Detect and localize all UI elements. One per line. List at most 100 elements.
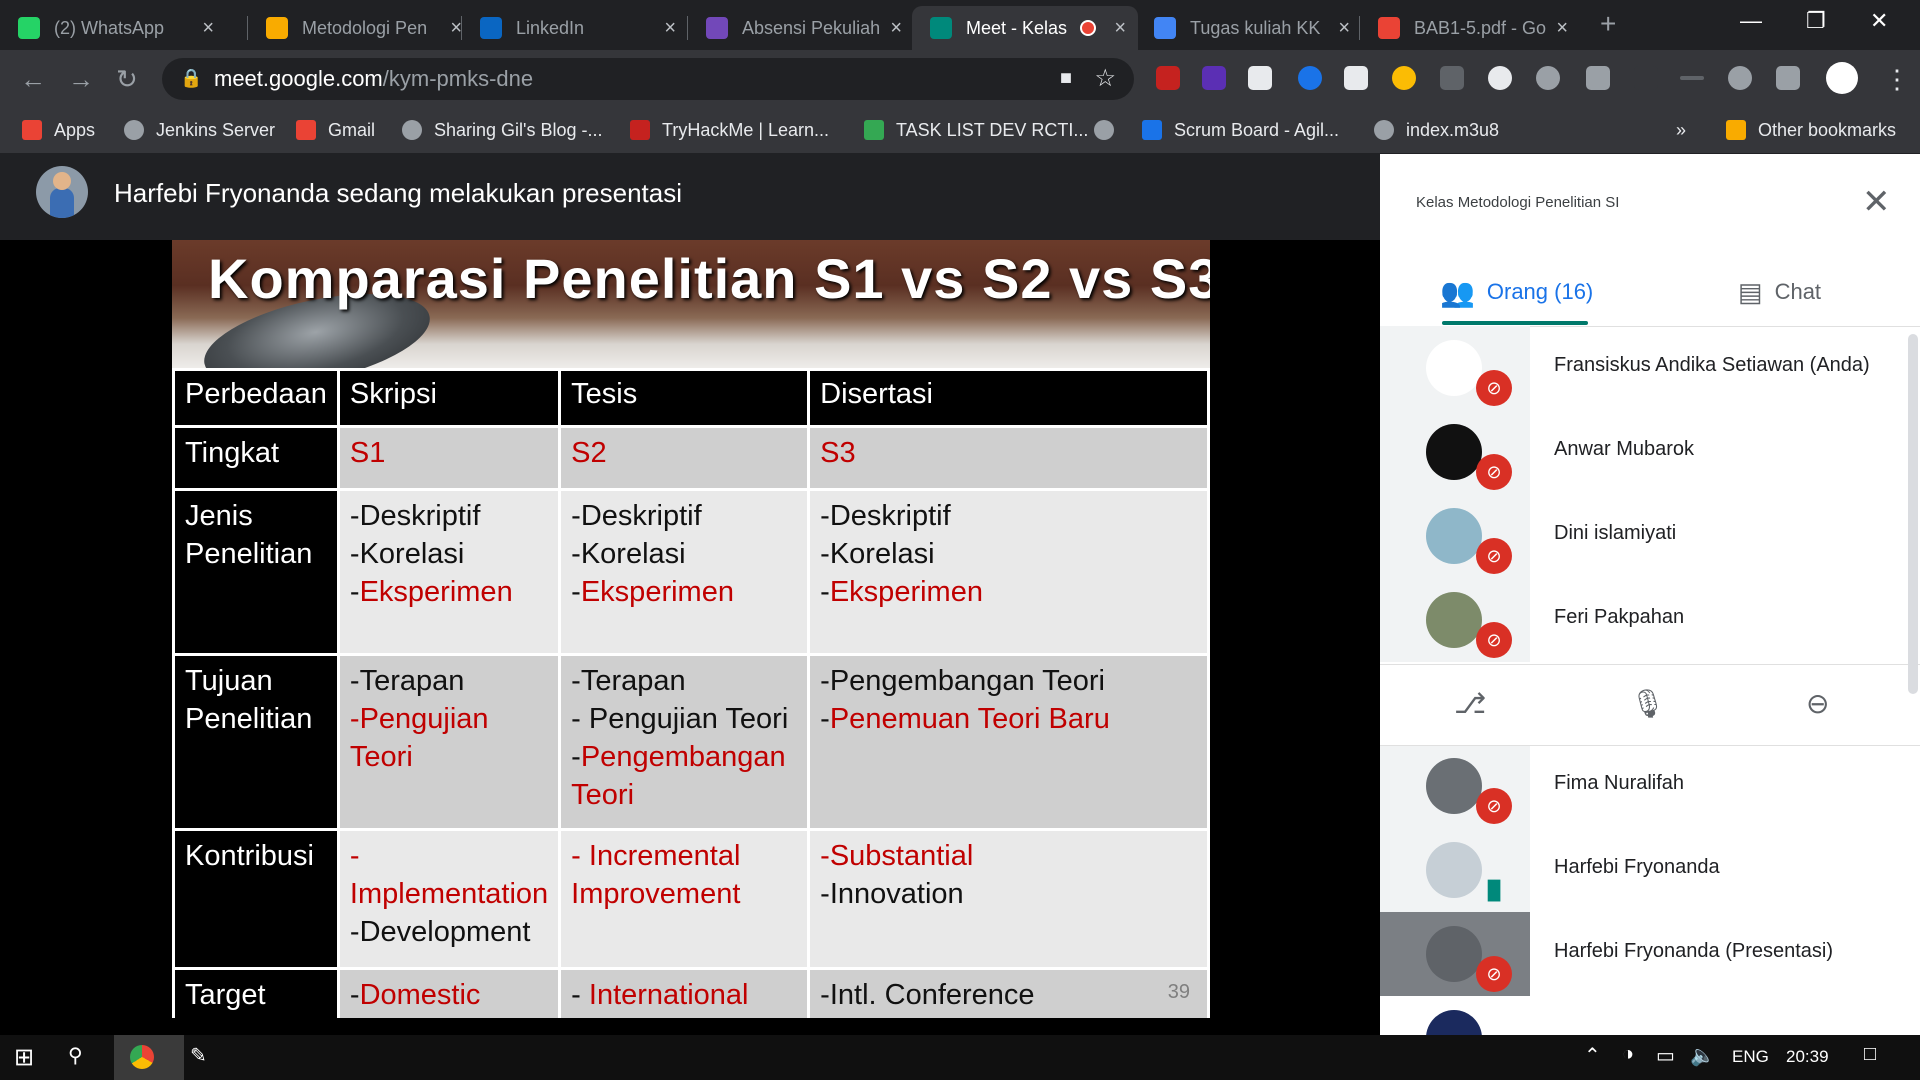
browser-tab[interactable]: Absensi Pekuliah × (688, 6, 914, 50)
cell-line: -Korelasi (350, 535, 548, 573)
bookmark-item[interactable]: TASK LIST DEV RCTI... (864, 115, 1088, 145)
close-window-button[interactable]: ✕ (1870, 8, 1888, 34)
menu-kebab-icon[interactable]: ⋮ (1884, 64, 1910, 95)
table-cell: S3 (807, 425, 1210, 491)
camera-ext-icon[interactable] (1586, 66, 1610, 90)
windows-start-icon[interactable]: ⊞ (14, 1043, 34, 1072)
participant-row[interactable]: ⊘ Fransiskus Andika Setiawan (Anda) (1380, 326, 1920, 410)
notifications-icon[interactable]: □ (1864, 1043, 1876, 1066)
extension-icon-10[interactable] (1680, 76, 1704, 80)
bookmark-item[interactable]: TryHackMe | Learn... (630, 115, 829, 145)
extension-icon-3[interactable] (1248, 66, 1272, 90)
clock[interactable]: 20:39 (1786, 1047, 1829, 1067)
close-panel-button[interactable]: ✕ (1862, 182, 1891, 222)
close-tab-icon[interactable]: × (1338, 17, 1350, 40)
mic-off-icon: ⊘ (1476, 538, 1512, 574)
restore-button[interactable]: ❐ (1806, 8, 1826, 34)
close-tab-icon[interactable]: × (1556, 17, 1568, 40)
profile-avatar[interactable] (1826, 62, 1858, 94)
bookmark-item[interactable]: index.m3u8 (1374, 115, 1499, 145)
participant-row[interactable]: ⊘ Harfebi Fryonanda (Presentasi) (1380, 912, 1920, 996)
react-icon[interactable] (1536, 66, 1560, 90)
participants-scrollbar[interactable] (1908, 334, 1918, 694)
pin-icon[interactable]: ⎇ (1454, 687, 1486, 720)
battery-icon[interactable]: ▭ (1656, 1043, 1675, 1068)
bookmark-item[interactable]: Apps (22, 115, 95, 145)
browser-tab[interactable]: Tugas kuliah KK × (1136, 6, 1362, 50)
other-bookmarks[interactable]: Other bookmarks (1726, 115, 1896, 145)
table-cell: - International Conference (558, 967, 811, 1018)
tab-chat[interactable]: ▤ Chat (1738, 272, 1821, 312)
close-tab-icon[interactable]: × (202, 17, 214, 40)
wifi-icon[interactable]: ◑ (1622, 1043, 1634, 1066)
mic-off-icon: ⊘ (1476, 370, 1512, 406)
tab-people[interactable]: 👥 Orang (16) (1440, 272, 1593, 312)
minimize-button[interactable]: — (1740, 8, 1762, 34)
participant-row[interactable]: ▐▌ Harfebi Fryonanda (1380, 828, 1920, 912)
cell-text: -Pengujian Teori (349, 703, 489, 773)
bookmark-item[interactable]: Gmail (296, 115, 375, 145)
volume-icon[interactable]: 🔈 (1690, 1043, 1715, 1068)
browser-tab[interactable]: BAB1-5.pdf - Go × (1360, 6, 1580, 50)
remove-participant-icon[interactable]: ⊖ (1806, 687, 1829, 720)
close-tab-icon[interactable]: × (1114, 17, 1126, 40)
cell-text: - (349, 576, 360, 608)
table-cell: -Substantial -Innovation (807, 828, 1210, 970)
participant-avatar (1426, 758, 1482, 814)
tray-chevron-icon[interactable]: ⌃ (1584, 1043, 1601, 1068)
browser-tab[interactable]: (2) WhatsApp × (0, 6, 226, 50)
bookmarks-overflow-button[interactable]: » (1676, 115, 1686, 145)
extension-icon-9[interactable] (1634, 66, 1658, 90)
back-icon[interactable]: ← (20, 64, 46, 95)
extension-icon-11[interactable] (1728, 66, 1752, 90)
extension-icon-5[interactable] (1344, 66, 1368, 90)
bookmark-item[interactable]: Jenkins Server (124, 115, 275, 145)
reload-icon[interactable]: ↻ (116, 64, 138, 95)
bookmark-item[interactable]: Scrum Board - Agil... (1142, 115, 1339, 145)
cell-text: -Innovation (820, 878, 964, 910)
app-icon[interactable]: ✎ (190, 1043, 207, 1068)
browser-tab[interactable]: LinkedIn × (462, 6, 688, 50)
mute-participant-icon[interactable]: 🎙 (1630, 687, 1666, 720)
pdf-icon (1378, 17, 1400, 39)
extension-icon-7[interactable] (1440, 66, 1464, 90)
cell-text: -Development (349, 916, 531, 948)
participant-row[interactable]: ⊘ Feri Pakpahan (1380, 578, 1920, 662)
cell-line: -Deskriptif (571, 497, 797, 535)
language-indicator[interactable]: ENG (1732, 1047, 1769, 1067)
slide-page-number: 39 (1167, 981, 1190, 1003)
address-bar[interactable]: 🔒 meet.google.com/kym-pmks-dne ■ ☆ (162, 58, 1134, 100)
browser-tab[interactable]: Metodologi Pen × (248, 6, 474, 50)
cell-line: -Eksperimen (350, 573, 548, 611)
extension-icon-8[interactable] (1488, 66, 1512, 90)
cell-text: -Pengembangan Teori (820, 665, 1106, 697)
new-tab-button[interactable]: + (1600, 8, 1616, 40)
browser-tab[interactable]: Meet - Kelas × (912, 6, 1138, 50)
bookmark-item[interactable]: Sharing Gil's Blog -... (402, 115, 603, 145)
cell-text: S2 (571, 437, 607, 469)
search-icon[interactable]: ⚲ (68, 1043, 83, 1068)
mic-off-icon: ⊘ (1476, 788, 1512, 824)
bookmark-star-icon[interactable]: ☆ (1094, 64, 1116, 93)
close-tab-icon[interactable]: × (664, 17, 676, 40)
cell-line: -Journal (820, 1014, 1197, 1018)
cell-line: S3 (820, 434, 1197, 472)
bookmark-item[interactable] (1094, 115, 1126, 145)
extension-icon-1[interactable] (1156, 66, 1180, 90)
cell-text: -Korelasi (571, 538, 686, 570)
cell-text-highlight: Pengembangan Teori (571, 741, 786, 811)
camera-icon[interactable]: ■ (1060, 67, 1072, 90)
extensions-puzzle-icon[interactable] (1776, 66, 1800, 90)
participant-row[interactable]: ⊘ Anwar Mubarok (1380, 410, 1920, 494)
extension-icon-2[interactable] (1202, 66, 1226, 90)
extension-icon-6[interactable] (1392, 66, 1416, 90)
close-tab-icon[interactable]: × (890, 17, 902, 40)
cell-text-highlight: Eksperimen (359, 576, 513, 608)
browser-toolbar: ← → ↻ 🔒 meet.google.com/kym-pmks-dne ■ ☆… (0, 50, 1920, 107)
tab-people-label: Orang (16) (1486, 279, 1594, 304)
extension-icon-4[interactable] (1298, 66, 1322, 90)
active-tab-indicator (1442, 321, 1588, 325)
participant-row[interactable]: ⊘ Dini islamiyati (1380, 494, 1920, 578)
participant-row[interactable]: ⊘ Fima Nuralifah (1380, 744, 1920, 828)
forward-icon[interactable]: → (68, 64, 94, 95)
